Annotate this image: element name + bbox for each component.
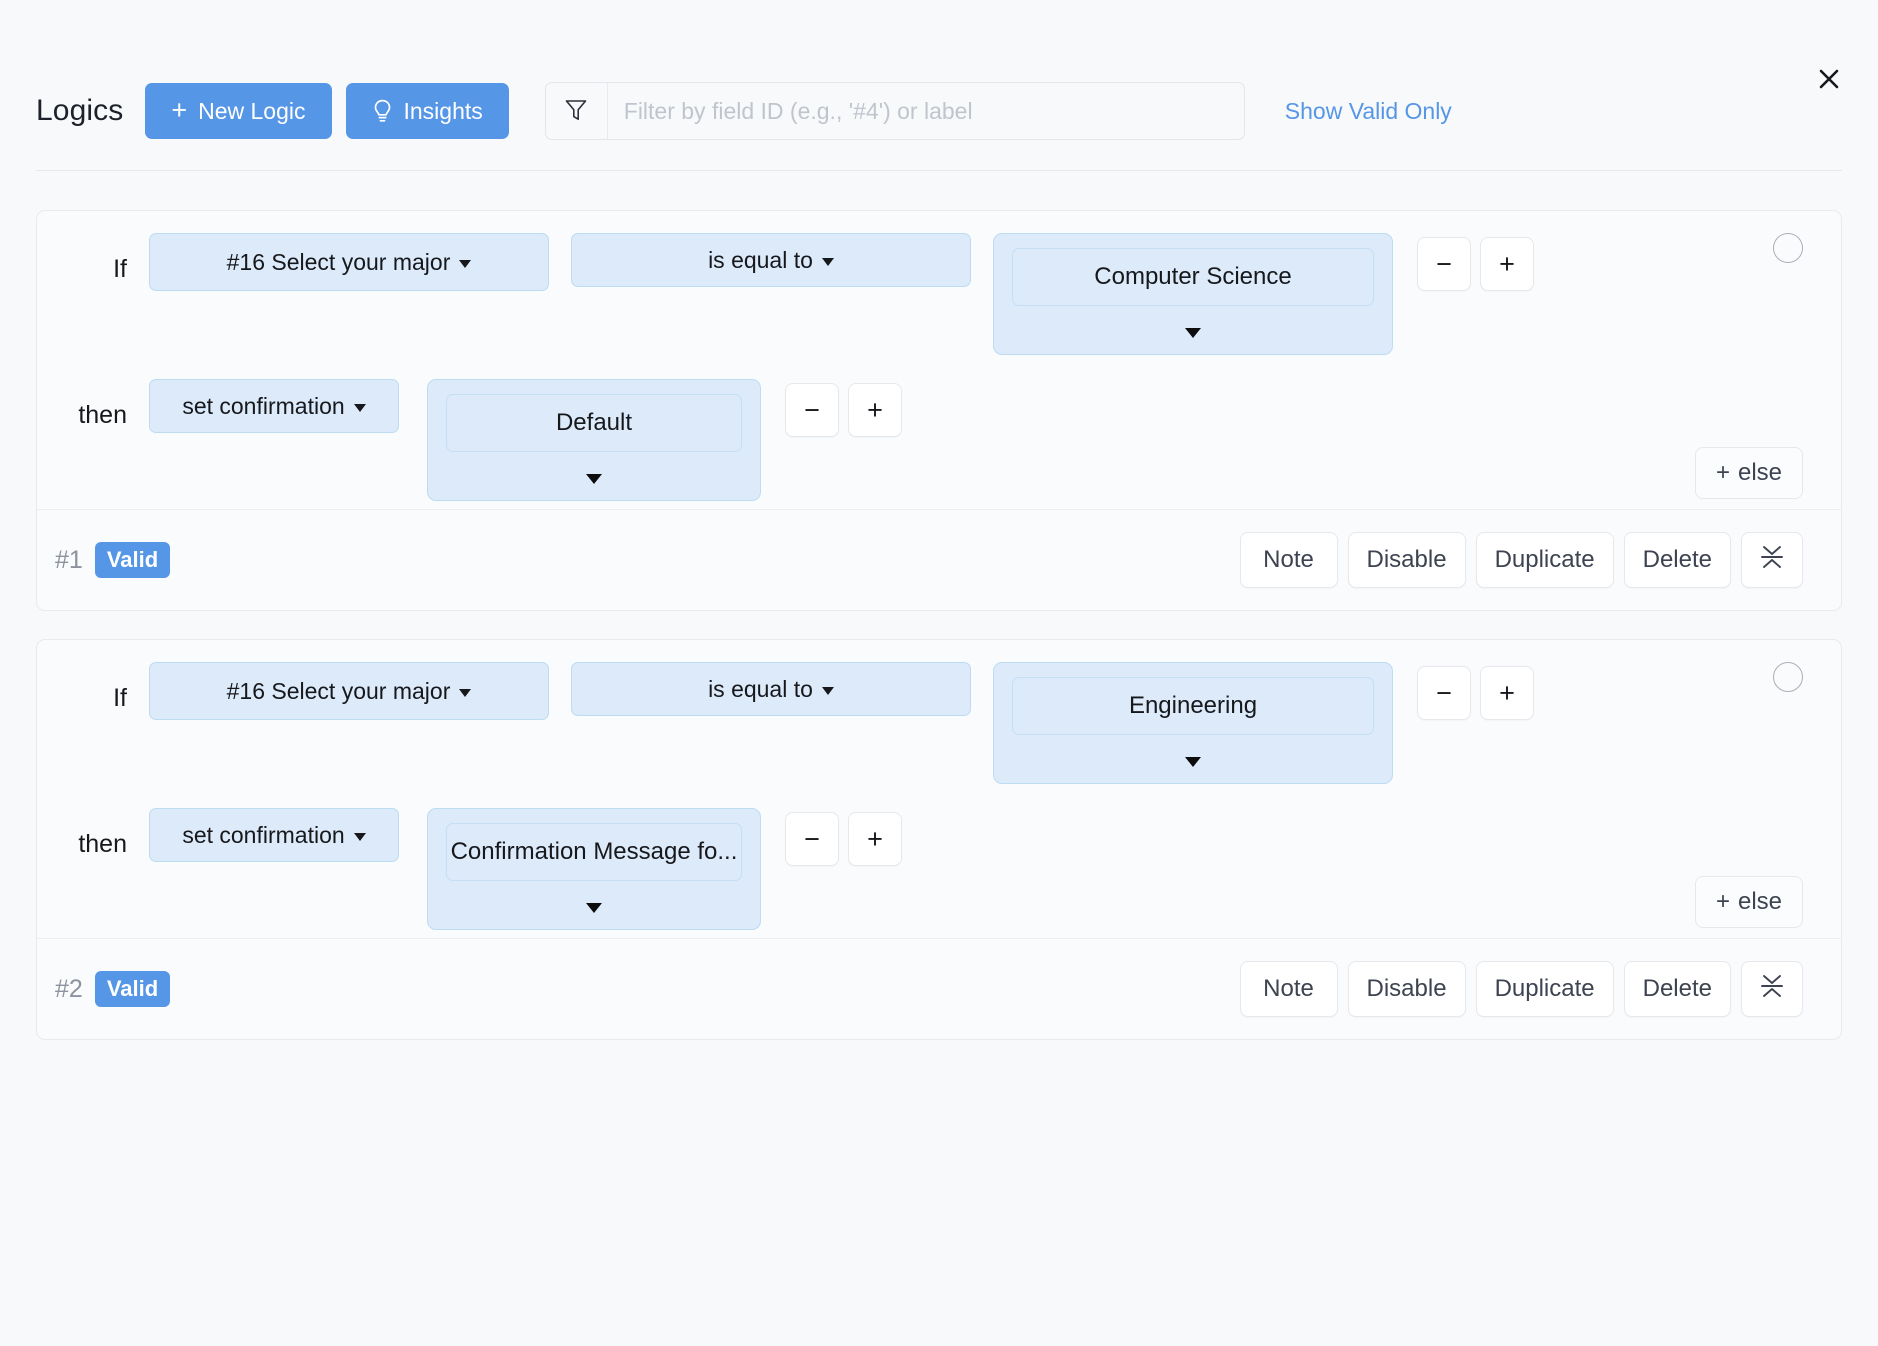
remove-condition-value-button[interactable]: −	[1417, 237, 1471, 291]
disable-button[interactable]: Disable	[1348, 532, 1466, 588]
rule-index: #1	[55, 546, 83, 575]
chevron-down-icon[interactable]	[1185, 757, 1201, 767]
if-keyword: If	[37, 662, 149, 713]
action-value-select[interactable]: Confirmation Message fo...	[427, 808, 761, 930]
condition-value-chip: Engineering	[1012, 677, 1374, 735]
chevron-down-icon	[822, 687, 834, 695]
condition-operator-select[interactable]: is equal to	[571, 662, 971, 716]
logic-rule-card: If #16 Select your major is equal to Eng…	[36, 639, 1842, 1040]
new-logic-label: New Logic	[198, 98, 305, 125]
filter-field[interactable]	[545, 82, 1245, 140]
condition-operator-select[interactable]: is equal to	[571, 233, 971, 287]
logics-panel-header: Logics + New Logic Insights Show Valid O…	[0, 0, 1878, 170]
condition-field-select[interactable]: #16 Select your major	[149, 662, 549, 720]
remove-condition-value-button[interactable]: −	[1417, 666, 1471, 720]
close-icon[interactable]	[1808, 58, 1850, 100]
add-condition-value-button[interactable]: +	[1480, 237, 1534, 291]
note-button[interactable]: Note	[1240, 961, 1338, 1017]
show-valid-only-link[interactable]: Show Valid Only	[1285, 98, 1452, 125]
chevron-down-icon[interactable]	[586, 474, 602, 484]
duplicate-button[interactable]: Duplicate	[1476, 532, 1614, 588]
remove-action-value-button[interactable]: −	[785, 383, 839, 437]
then-keyword: then	[37, 808, 149, 859]
action-value-chip: Confirmation Message fo...	[446, 823, 742, 881]
add-action-value-button[interactable]: +	[848, 812, 902, 866]
condition-row: If #16 Select your major is equal to Com…	[37, 233, 1841, 355]
if-keyword: If	[37, 233, 149, 284]
page-title: Logics	[36, 94, 123, 128]
condition-value-select[interactable]: Engineering	[993, 662, 1393, 784]
add-condition-value-button[interactable]: +	[1480, 666, 1534, 720]
chevron-down-icon[interactable]	[586, 903, 602, 913]
logic-rule-card: If #16 Select your major is equal to Com…	[36, 210, 1842, 611]
insights-button[interactable]: Insights	[346, 83, 509, 139]
collapse-icon	[1759, 972, 1785, 1007]
action-type-select[interactable]: set confirmation	[149, 379, 399, 433]
new-logic-button[interactable]: + New Logic	[145, 83, 331, 139]
action-row: then set confirmation Default − +	[37, 379, 1841, 501]
condition-field-select[interactable]: #16 Select your major	[149, 233, 549, 291]
status-badge: Valid	[95, 542, 170, 578]
condition-stepper: − +	[1417, 662, 1534, 720]
lightbulb-icon	[372, 99, 393, 124]
logic-rule-footer: #2 Valid Note Disable Duplicate Delete	[37, 938, 1841, 1039]
logic-rule-body: If #16 Select your major is equal to Com…	[37, 211, 1841, 509]
action-type-select[interactable]: set confirmation	[149, 808, 399, 862]
add-action-value-button[interactable]: +	[848, 383, 902, 437]
duplicate-button[interactable]: Duplicate	[1476, 961, 1614, 1017]
chevron-down-icon	[459, 689, 471, 697]
filter-input[interactable]	[608, 83, 1244, 139]
note-button[interactable]: Note	[1240, 532, 1338, 588]
remove-action-value-button[interactable]: −	[785, 812, 839, 866]
condition-stepper: − +	[1417, 233, 1534, 291]
action-stepper: − +	[785, 808, 902, 866]
chevron-down-icon[interactable]	[1185, 328, 1201, 338]
action-type-label: set confirmation	[182, 822, 344, 849]
header-divider	[36, 170, 1842, 171]
condition-operator-label: is equal to	[708, 676, 813, 703]
chevron-down-icon	[354, 404, 366, 412]
logic-rule-footer: #1 Valid Note Disable Duplicate Delete	[37, 509, 1841, 610]
chevron-down-icon	[459, 260, 471, 268]
delete-button[interactable]: Delete	[1624, 961, 1731, 1017]
rule-index: #2	[55, 975, 83, 1004]
status-badge: Valid	[95, 971, 170, 1007]
footer-actions: Note Disable Duplicate Delete	[1240, 961, 1803, 1017]
condition-value-select[interactable]: Computer Science	[993, 233, 1393, 355]
action-row: then set confirmation Confirmation Messa…	[37, 808, 1841, 930]
plus-icon: +	[171, 97, 187, 124]
logic-rule-body: If #16 Select your major is equal to Eng…	[37, 640, 1841, 938]
footer-actions: Note Disable Duplicate Delete	[1240, 532, 1803, 588]
chevron-down-icon	[822, 258, 834, 266]
collapse-icon	[1759, 543, 1785, 578]
delete-button[interactable]: Delete	[1624, 532, 1731, 588]
condition-field-label: #16 Select your major	[227, 678, 451, 705]
action-value-select[interactable]: Default	[427, 379, 761, 501]
insights-label: Insights	[404, 98, 483, 125]
action-value-chip: Default	[446, 394, 742, 452]
condition-operator-label: is equal to	[708, 247, 813, 274]
logic-rules-list: If #16 Select your major is equal to Com…	[0, 170, 1878, 1040]
chevron-down-icon	[354, 833, 366, 841]
collapse-button[interactable]	[1741, 532, 1803, 588]
collapse-button[interactable]	[1741, 961, 1803, 1017]
filter-icon	[546, 83, 608, 139]
condition-row: If #16 Select your major is equal to Eng…	[37, 662, 1841, 784]
disable-button[interactable]: Disable	[1348, 961, 1466, 1017]
action-stepper: − +	[785, 379, 902, 437]
condition-field-label: #16 Select your major	[227, 249, 451, 276]
action-type-label: set confirmation	[182, 393, 344, 420]
then-keyword: then	[37, 379, 149, 430]
condition-value-chip: Computer Science	[1012, 248, 1374, 306]
